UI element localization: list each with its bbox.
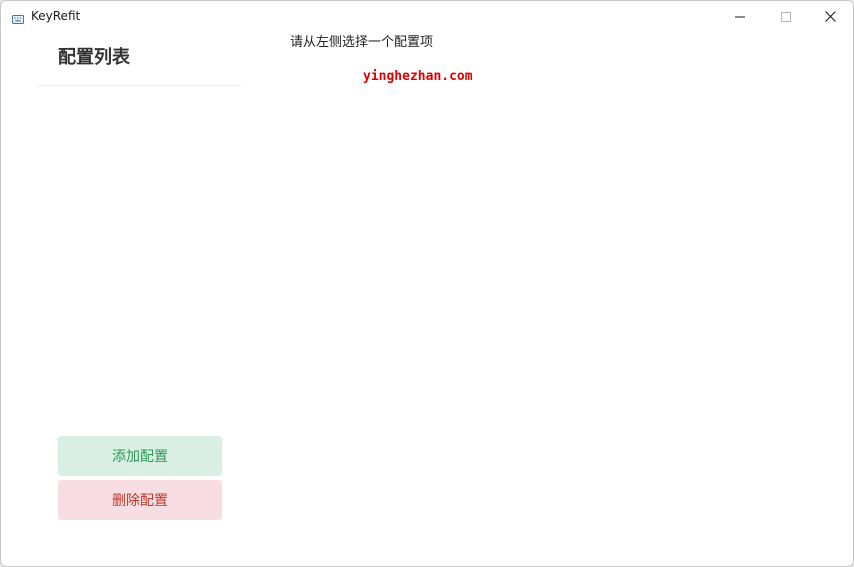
keyboard-icon	[12, 10, 24, 24]
watermark-text: yinghezhan.com	[363, 69, 473, 84]
title-bar[interactable]: KeyRefit	[1, 1, 853, 31]
minimize-icon	[735, 7, 745, 26]
sidebar-divider	[38, 85, 241, 86]
add-config-button[interactable]: 添加配置	[58, 436, 222, 476]
close-icon	[824, 7, 836, 26]
window-title: KeyRefit	[31, 9, 81, 23]
maximize-icon	[781, 7, 791, 26]
close-button[interactable]	[807, 1, 853, 31]
select-config-hint: 请从左侧选择一个配置项	[290, 35, 434, 50]
sidebar-title: 配置列表	[58, 47, 130, 68]
delete-config-button[interactable]: 删除配置	[58, 480, 222, 520]
app-window: KeyRefit 配置列表 添加配置 删除配置 请从左侧选择一个配置项 ying…	[0, 0, 854, 567]
maximize-button[interactable]	[763, 1, 809, 31]
config-list[interactable]	[38, 91, 241, 421]
minimize-button[interactable]	[717, 1, 763, 31]
